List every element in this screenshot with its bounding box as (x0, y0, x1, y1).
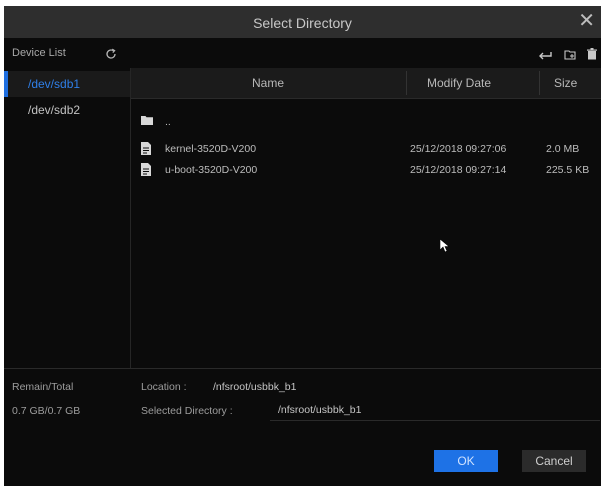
select-directory-dialog: Select Directory ✕ Device List /dev/sdb1… (4, 6, 601, 486)
remain-total-label: Remain/Total (12, 381, 74, 393)
file-row-parent[interactable]: .. (131, 112, 601, 132)
file-row[interactable]: kernel-3520D-V200 25/12/2018 09:27:06 2.… (131, 139, 601, 159)
location-label: Location : (141, 381, 187, 393)
selected-directory-field[interactable]: /nfsroot/usbbk_b1 (270, 400, 600, 421)
dialog-titlebar: Select Directory ✕ (4, 6, 601, 38)
column-header: Name Modify Date Size (131, 68, 601, 99)
file-date: 25/12/2018 09:27:06 (410, 143, 507, 155)
selected-directory-label: Selected Directory : (141, 405, 233, 417)
file-name: kernel-3520D-V200 (165, 143, 257, 155)
delete-icon[interactable] (587, 47, 597, 65)
file-icon (141, 142, 151, 158)
dialog-footer-info: Remain/Total 0.7 GB/0.7 GB Location : /n… (4, 368, 601, 429)
file-size: 2.0 MB (546, 143, 580, 155)
back-icon[interactable] (539, 47, 552, 65)
device-list-label: Device List (12, 47, 66, 59)
location-value: /nfsroot/usbbk_b1 (213, 381, 297, 393)
refresh-icon[interactable] (105, 47, 117, 59)
device-sidebar: /dev/sdb1 /dev/sdb2 (4, 68, 130, 368)
file-list-pane: Name Modify Date Size .. kernel-3520D-V2… (130, 68, 601, 368)
file-size: 225.5 KB (546, 164, 590, 176)
device-item-sdb2[interactable]: /dev/sdb2 (4, 97, 130, 123)
dialog-title: Select Directory (253, 15, 352, 31)
new-folder-icon[interactable] (563, 47, 576, 65)
column-modify-date[interactable]: Modify Date (427, 76, 491, 90)
file-row[interactable]: u-boot-3520D-V200 25/12/2018 09:27:14 22… (131, 160, 601, 180)
remain-total-value: 0.7 GB/0.7 GB (12, 405, 81, 417)
cancel-button[interactable]: Cancel (522, 450, 586, 472)
file-icon (141, 163, 151, 179)
column-name[interactable]: Name (252, 76, 284, 90)
file-date: 25/12/2018 09:27:14 (410, 164, 507, 176)
ok-button[interactable]: OK (434, 450, 498, 472)
column-size[interactable]: Size (554, 76, 577, 90)
file-name: u-boot-3520D-V200 (165, 164, 258, 176)
close-icon[interactable]: ✕ (578, 10, 595, 32)
selected-directory-value: /nfsroot/usbbk_b1 (278, 404, 362, 416)
file-name: .. (165, 116, 171, 128)
toolbar: Device List (4, 38, 601, 68)
mouse-pointer-icon (439, 238, 450, 258)
folder-icon (141, 115, 153, 129)
device-item-sdb1[interactable]: /dev/sdb1 (4, 71, 130, 97)
